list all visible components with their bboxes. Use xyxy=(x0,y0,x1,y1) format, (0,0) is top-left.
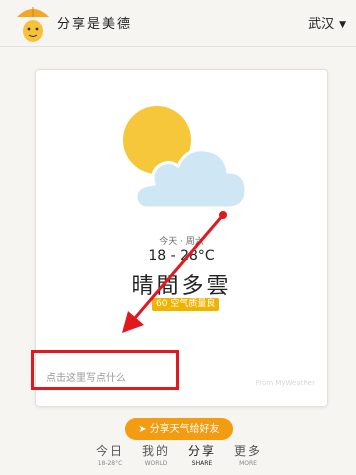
tab-label: 分享 xyxy=(187,444,216,458)
share-button-label: 分享天气给好友 xyxy=(149,424,220,435)
weather-card: 今天 · 周六 18 - 28°C 晴間多雲 60 空气质量良 From MyW… xyxy=(36,70,327,406)
note-input[interactable] xyxy=(42,362,325,394)
tab-sublabel: WORLD xyxy=(144,460,168,467)
bottom-tab-bar: 今日 18-28°C 我的 WORLD 分享 SHARE 更多 MORE xyxy=(88,444,270,475)
tab-sublabel: SHARE xyxy=(191,460,213,467)
tab-label: 今日 xyxy=(95,444,124,458)
temperature-range: 18 - 28°C xyxy=(148,248,215,264)
city-selector[interactable]: 武汉 ▼ xyxy=(308,13,346,32)
tab-world[interactable]: 我的 WORLD xyxy=(134,444,178,469)
aqi-badge: 60 空气质量良 xyxy=(152,298,220,311)
caret-down-icon: ▼ xyxy=(339,20,346,30)
tab-more[interactable]: 更多 MORE xyxy=(226,444,270,469)
tab-share[interactable]: 分享 SHARE xyxy=(180,444,224,469)
tab-label: 我的 xyxy=(141,444,170,458)
date-line: 今天 · 周六 xyxy=(159,237,204,247)
tab-label: 更多 xyxy=(233,444,262,458)
watermark: From MyWeather xyxy=(255,379,315,387)
top-bar: 分享是美德 武汉 ▼ xyxy=(0,0,356,47)
app-title: 分享是美德 xyxy=(57,17,133,32)
tab-sublabel: 18-28°C xyxy=(97,460,123,467)
weather-condition: 晴間多雲 xyxy=(131,274,232,299)
tab-today[interactable]: 今日 18-28°C xyxy=(88,444,132,469)
city-label: 武汉 xyxy=(308,17,335,32)
partly-cloudy-icon xyxy=(123,106,248,210)
umbrella-mascot-icon[interactable] xyxy=(14,3,52,43)
tab-sublabel: MORE xyxy=(239,460,257,467)
share-weather-button[interactable]: ➤ 分享天气给好友 xyxy=(125,418,233,440)
send-icon: ➤ xyxy=(138,424,147,435)
